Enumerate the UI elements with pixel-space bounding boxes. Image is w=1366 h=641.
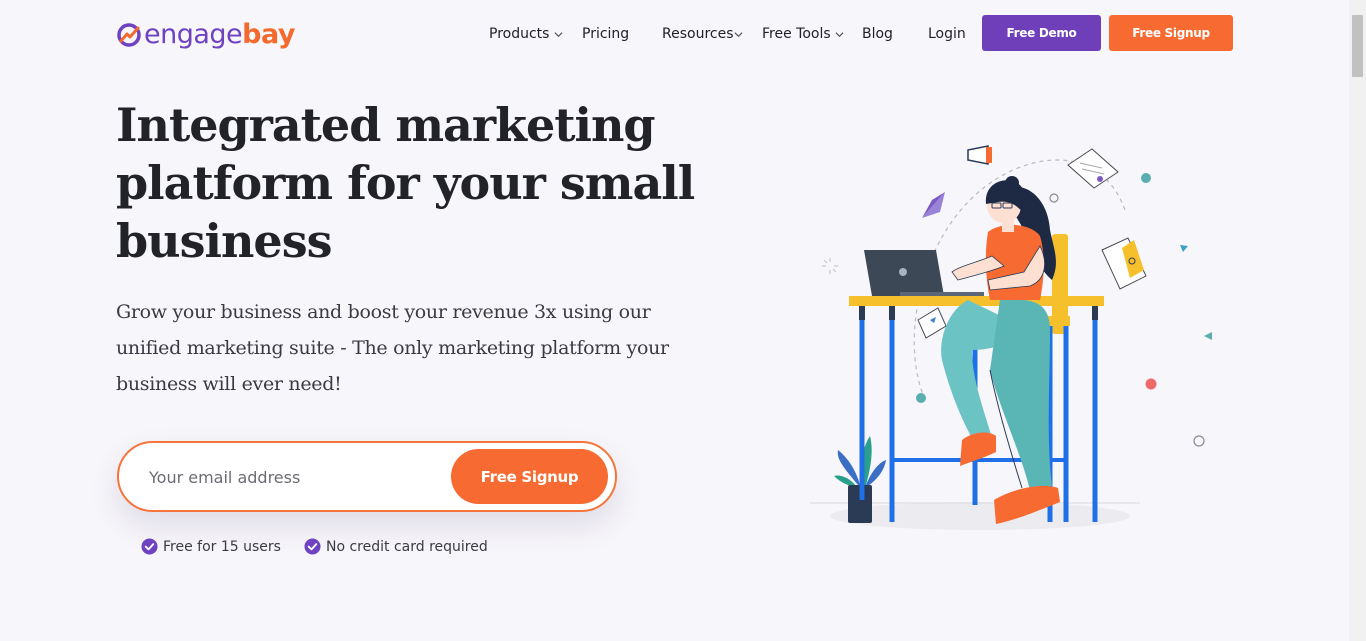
megaphone-icon [967, 145, 992, 165]
floor-shadow [830, 502, 1130, 530]
email-card-icon [1101, 237, 1147, 290]
nav-products[interactable]: Products [489, 23, 563, 45]
scrollbar-thumb[interactable] [1352, 15, 1363, 77]
chevron-down-icon [835, 32, 844, 38]
nav-login[interactable]: Login [928, 23, 966, 45]
woman-figure [941, 176, 1060, 524]
free-demo-button[interactable]: Free Demo [982, 15, 1101, 51]
perk-no-credit-card: No credit card required [304, 538, 488, 555]
logo-text-bay: bay [242, 19, 295, 50]
nav-pricing[interactable]: Pricing [582, 23, 629, 45]
hero-title: Integrated marketing platform for your s… [116, 98, 695, 268]
header-free-signup-button[interactable]: Free Signup [1109, 15, 1233, 51]
hero-illustration [810, 145, 1212, 530]
nav-blog-label: Blog [862, 26, 893, 42]
nav-resources[interactable]: Resources [662, 23, 743, 45]
loading-spinner-icon [822, 258, 838, 274]
chevron-down-icon [554, 32, 563, 38]
signup-form: Free Signup [117, 441, 617, 512]
logo-wordmark: engagebay [144, 19, 295, 51]
decor-triangle-icon [1180, 245, 1188, 252]
nav-resources-label: Resources [662, 26, 734, 42]
hero-subtitle: Grow your business and boost your revenu… [116, 301, 669, 395]
decor-dot-icon [916, 393, 926, 403]
hero-free-signup-button[interactable]: Free Signup [451, 449, 608, 504]
decor-dot-icon [1141, 173, 1151, 183]
decor-dot-icon [1145, 378, 1157, 390]
nav-free-tools[interactable]: Free Tools [762, 23, 844, 45]
page-scrollbar[interactable] [1349, 0, 1366, 641]
nav-login-label: Login [928, 26, 966, 42]
logo-text-engage: engage [144, 19, 243, 50]
brand-logo[interactable]: engagebay [116, 19, 295, 51]
nav-blog[interactable]: Blog [862, 23, 893, 45]
logo-mark-icon [117, 23, 141, 47]
perk-label: Free for 15 users [163, 538, 281, 555]
perk-free-users: Free for 15 users [141, 538, 281, 555]
check-circle-icon [141, 538, 158, 555]
nav-free-tools-label: Free Tools [762, 26, 831, 42]
document-icon [1067, 148, 1119, 189]
email-input[interactable] [149, 463, 439, 491]
perk-label: No credit card required [326, 538, 488, 555]
decor-ring-icon [1049, 193, 1059, 203]
chevron-down-icon [734, 32, 743, 38]
decor-triangle-icon [1204, 332, 1212, 340]
nav-pricing-label: Pricing [582, 26, 630, 42]
check-circle-icon [304, 538, 321, 555]
nav-products-label: Products [489, 26, 550, 42]
note-card-icon [917, 307, 947, 339]
decor-ring-icon [1193, 435, 1205, 447]
